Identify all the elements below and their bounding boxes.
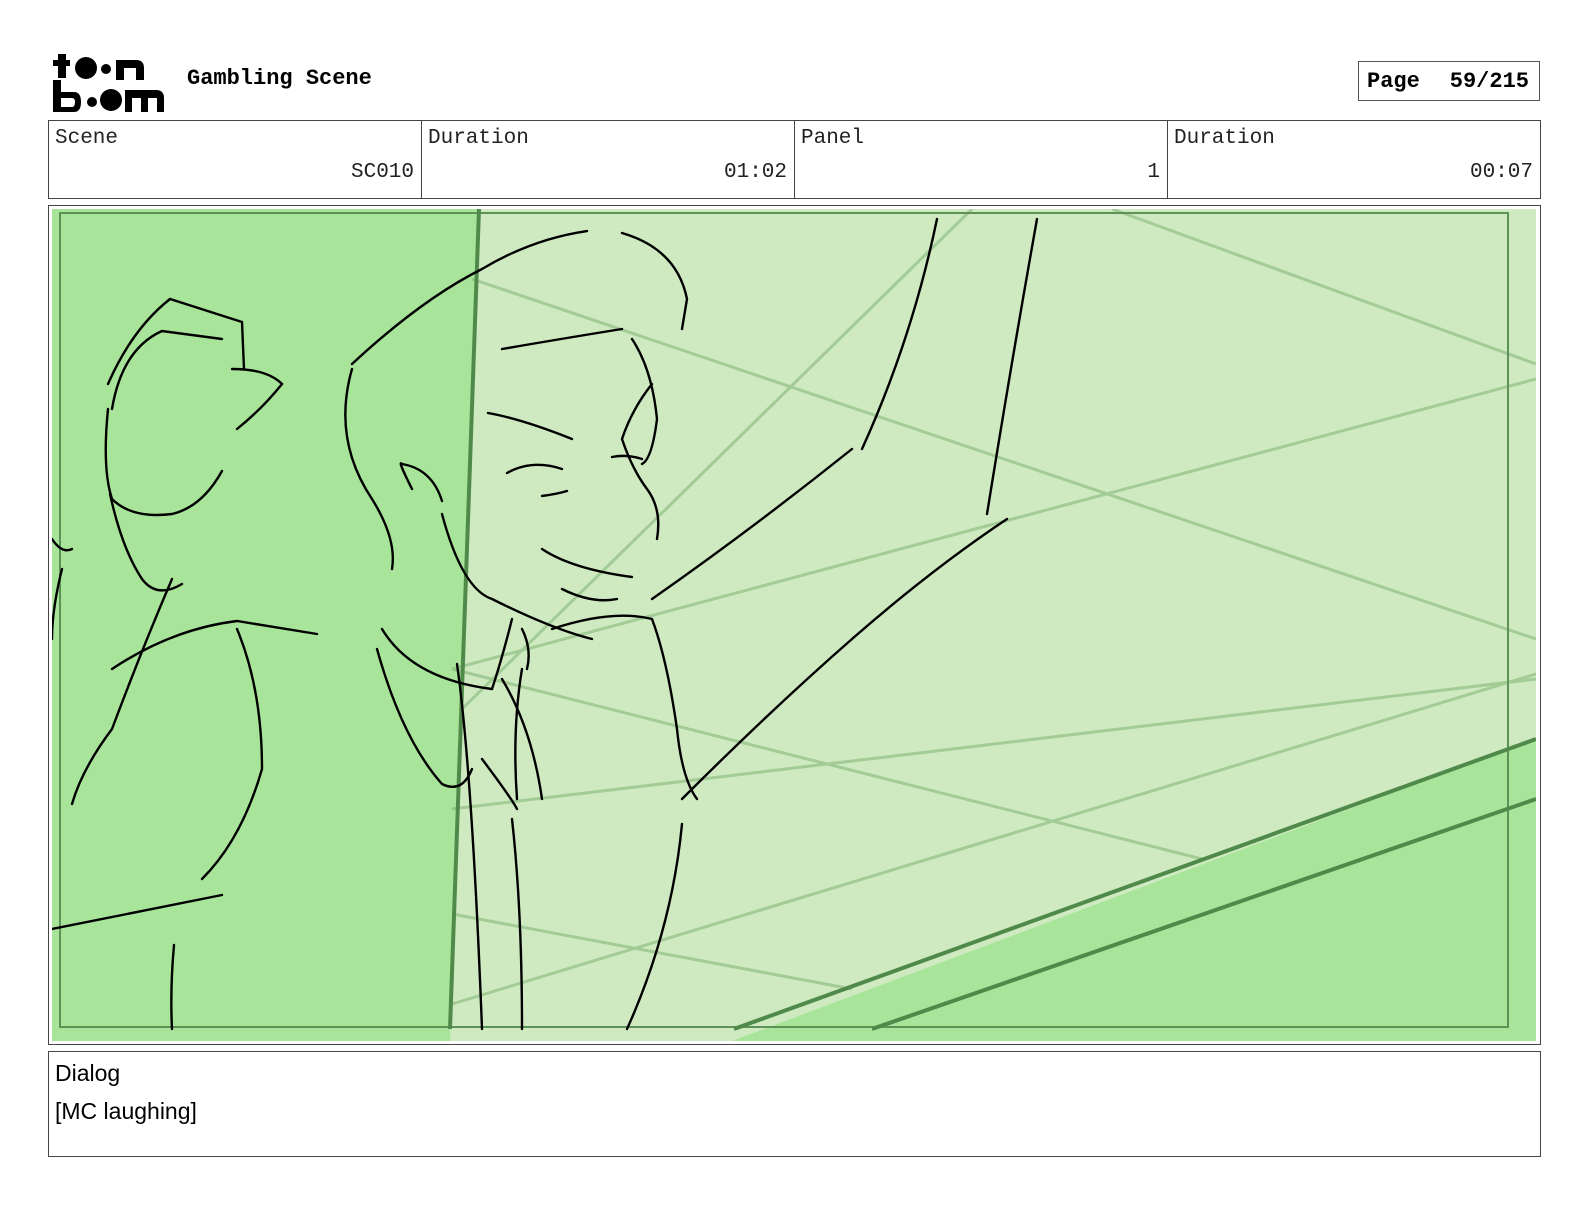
scene-cell: Scene SC010 — [49, 121, 422, 198]
scene-duration-value: 01:02 — [723, 161, 787, 184]
dialog-label: Dialog — [55, 1060, 121, 1086]
panel-sketch-image — [52, 209, 1536, 1041]
page-label: Page — [1367, 68, 1420, 94]
panel-duration-value: 00:07 — [1469, 161, 1533, 184]
page-number: 59/215 — [1449, 68, 1529, 94]
scene-info-table: Scene SC010 Duration 01:02 Panel 1 Durat… — [48, 120, 1541, 199]
panel-duration-cell: Duration 00:07 — [1168, 121, 1540, 198]
toon-boom-logo — [53, 54, 164, 112]
panel-duration-label: Duration — [1174, 127, 1275, 150]
dialog-text: [MC laughing] — [55, 1098, 197, 1124]
storyboard-panel — [48, 205, 1541, 1045]
scene-duration-label: Duration — [428, 127, 529, 150]
panel-value: 1 — [1147, 161, 1160, 184]
page-indicator: Page 59/215 — [1358, 61, 1540, 101]
scene-value: SC010 — [350, 161, 414, 184]
panel-cell: Panel 1 — [795, 121, 1168, 198]
project-title: Gambling Scene — [187, 66, 372, 91]
scene-duration-cell: Duration 01:02 — [422, 121, 795, 198]
scene-label: Scene — [55, 127, 119, 150]
panel-label: Panel — [801, 127, 865, 150]
dialog-box: Dialog [MC laughing] — [48, 1051, 1541, 1157]
